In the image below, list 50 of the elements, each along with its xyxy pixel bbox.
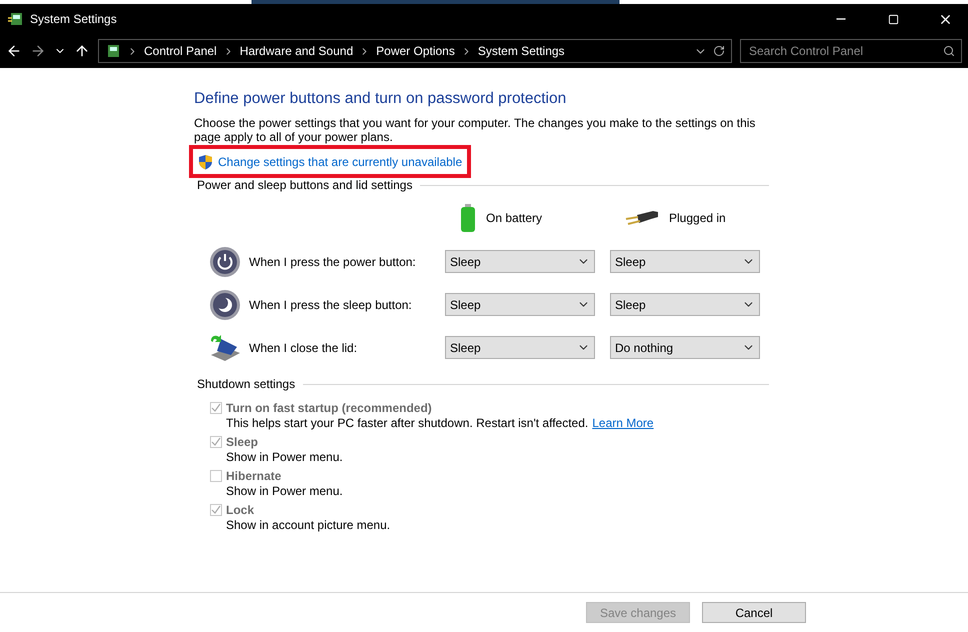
page-heading: Define power buttons and turn on password protection: [194, 90, 568, 108]
app-icon: [8, 11, 24, 27]
action-dropdown[interactable]: Sleep: [610, 293, 760, 316]
column-header: Plugged in: [669, 211, 726, 225]
battery-icon: [460, 204, 476, 232]
check-icon: [211, 437, 221, 446]
column-header: On battery: [486, 211, 542, 225]
laptop-icon: [209, 332, 241, 362]
app-icon: [105, 43, 121, 59]
option-description: Show in Power menu.: [226, 450, 343, 466]
power-icon: [209, 246, 241, 278]
option-label: Hibernate: [226, 468, 282, 482]
address-bar[interactable]: Control Panel Hardware and Sound Power Options System Settings: [98, 39, 732, 63]
maximize-icon: [888, 14, 898, 24]
action-dropdown[interactable]: Sleep: [610, 250, 760, 273]
window-title: System Settings: [30, 12, 118, 26]
breadcrumb-item[interactable]: Power Options: [376, 44, 455, 58]
option-description: Show in Power menu.: [226, 484, 343, 500]
setting-label: When I press the sleep button:: [249, 298, 412, 312]
breadcrumb-item[interactable]: Hardware and Sound: [240, 44, 354, 58]
option-description: This helps start your PC faster after shutdown. Restart isn't affected.: [226, 416, 588, 432]
cancel-button[interactable]: Cancel: [702, 602, 806, 623]
forward-button[interactable]: [30, 43, 46, 59]
intro-text: Choose the power settings that you want for your computer. The changes you make to the settings on this page apply to all of your power plans.: [194, 116, 756, 144]
moon-icon: [209, 288, 241, 320]
back-button[interactable]: [6, 43, 22, 59]
action-dropdown[interactable]: Sleep: [445, 336, 595, 359]
refresh-icon[interactable]: [713, 45, 725, 57]
breadcrumb-item[interactable]: System Settings: [478, 44, 565, 58]
shield-icon: [198, 154, 213, 170]
option-label: Turn on fast startup (recommended): [226, 400, 432, 414]
check-icon: [211, 403, 221, 412]
option-label: Sleep: [226, 434, 258, 448]
search-icon: [943, 45, 955, 57]
action-dropdown[interactable]: Sleep: [445, 250, 595, 273]
search-field[interactable]: Search Control Panel: [740, 39, 962, 63]
change-settings-link[interactable]: Change settings that are currently unavailable: [218, 154, 462, 168]
setting-label: When I press the power button:: [249, 254, 416, 268]
section-title: Shutdown settings: [197, 377, 296, 391]
option-label: Lock: [226, 502, 254, 516]
up-button[interactable]: [74, 43, 90, 59]
search-input[interactable]: Search Control Panel: [747, 43, 943, 59]
setting-label: When I close the lid:: [249, 340, 358, 354]
plug-icon: [625, 209, 659, 227]
action-dropdown[interactable]: Do nothing: [610, 336, 760, 359]
option-description: Show in account picture menu.: [226, 518, 390, 534]
breadcrumb-item[interactable]: Control Panel: [144, 44, 217, 58]
section-title: Power and sleep buttons and lid settings: [197, 178, 412, 192]
check-icon: [211, 505, 221, 514]
action-dropdown[interactable]: Sleep: [445, 293, 595, 316]
